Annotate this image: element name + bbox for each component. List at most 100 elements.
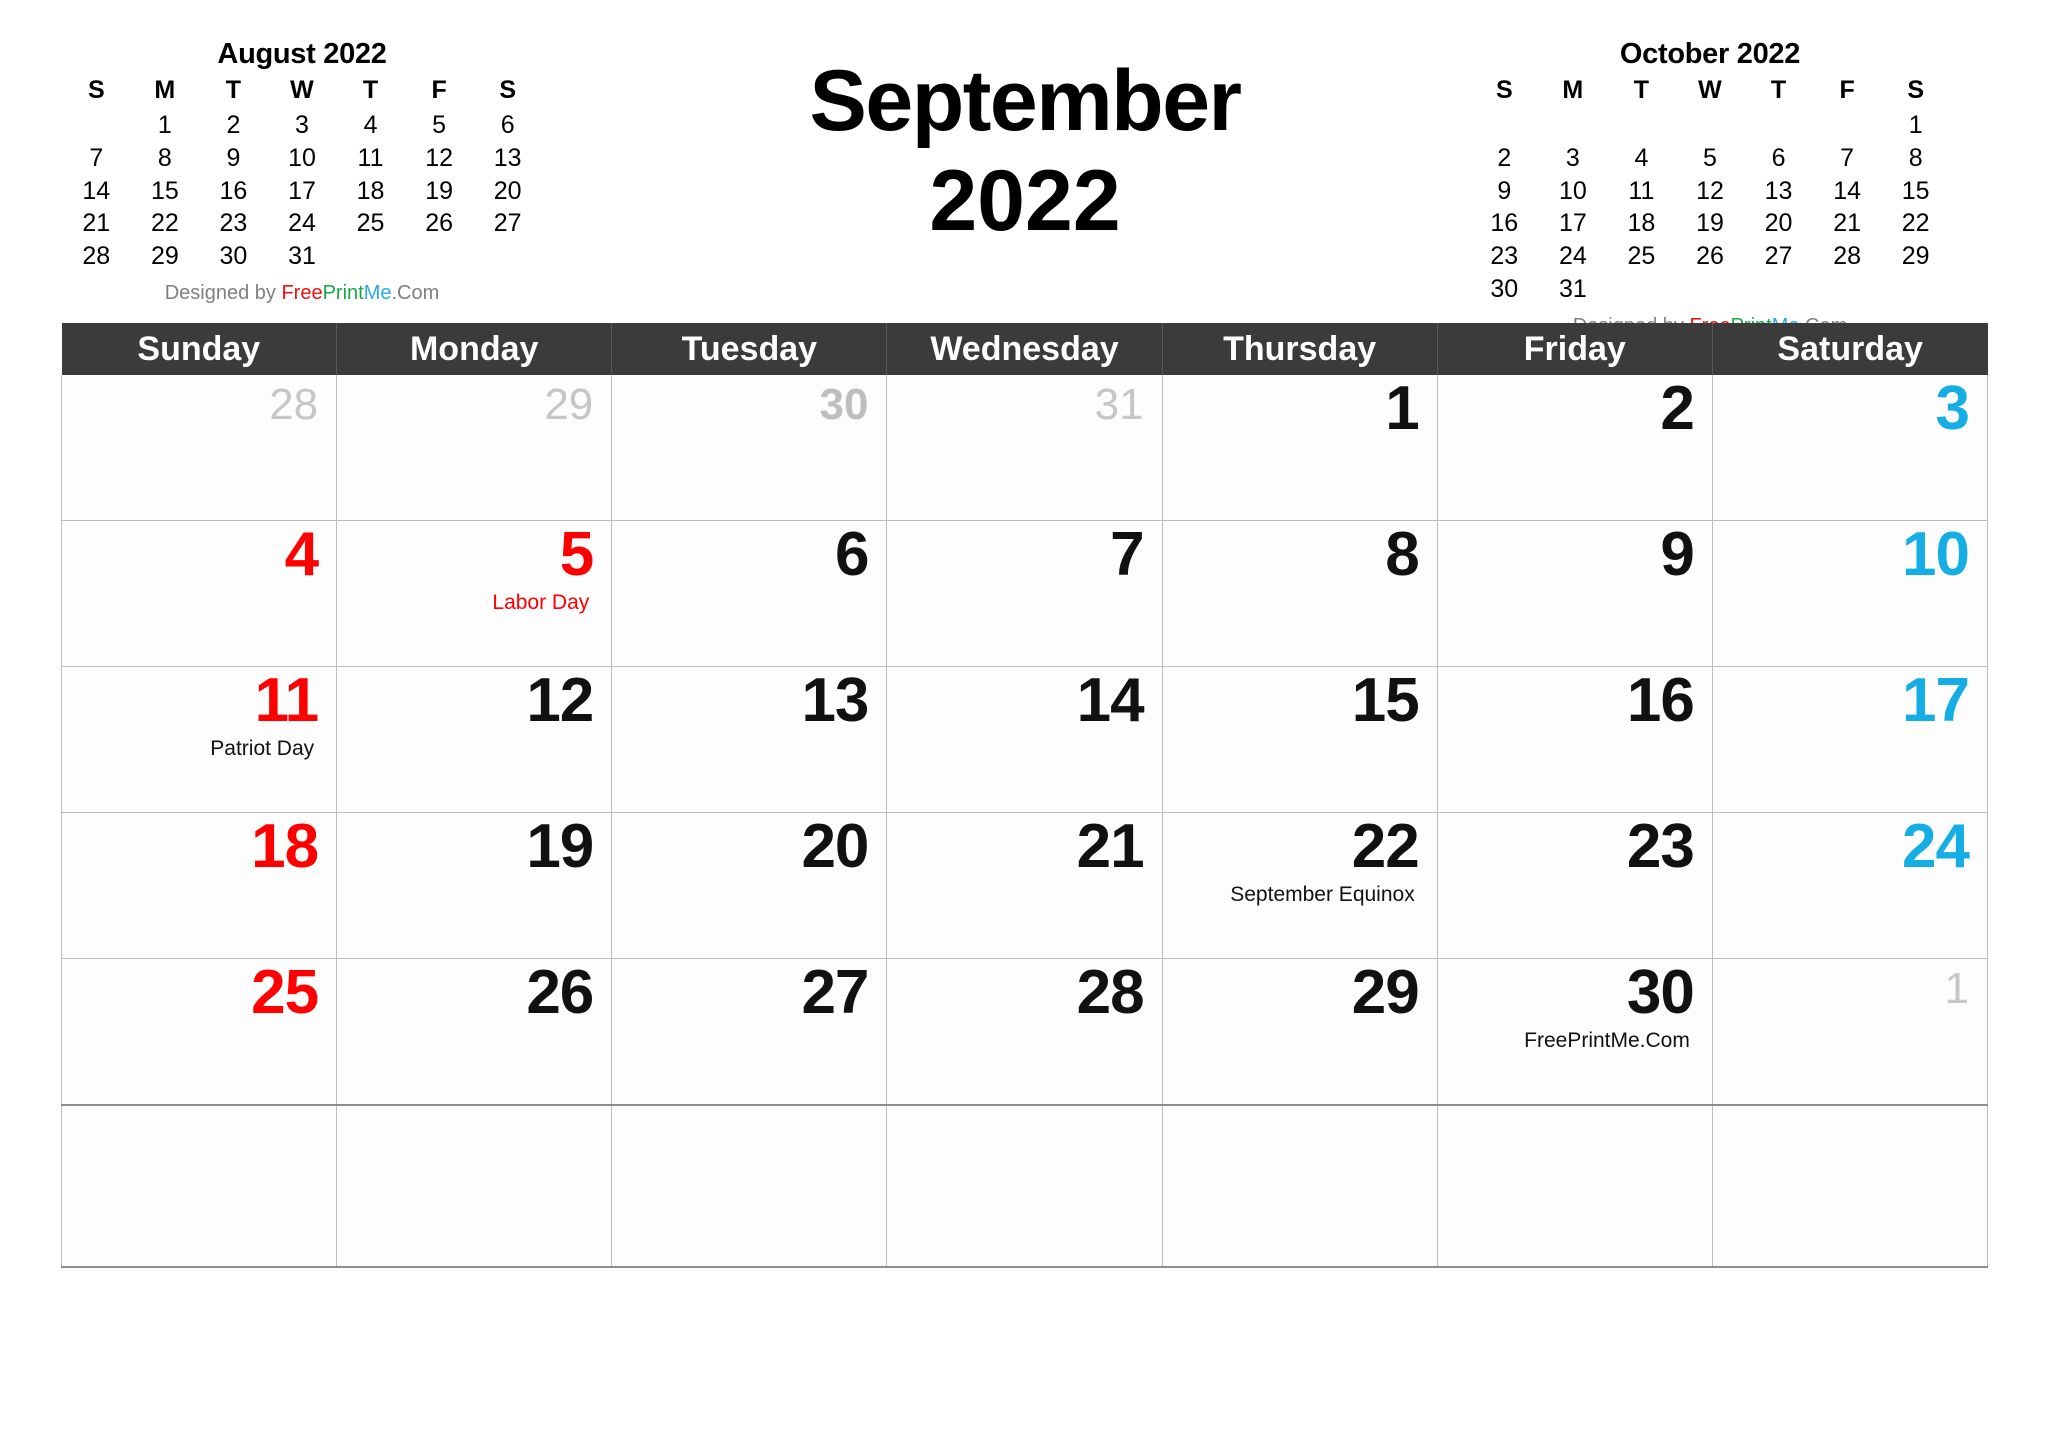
day-cell-content bbox=[1713, 1106, 1987, 1266]
day-number: 30 bbox=[819, 380, 869, 429]
day-cell-21[interactable]: 21 bbox=[886, 812, 1163, 959]
day-cell-content: 28 bbox=[887, 959, 1161, 1104]
day-number: 28 bbox=[1076, 958, 1145, 1027]
day-cell-10[interactable]: 10 bbox=[1711, 520, 1989, 667]
mini-prev-day-4: 4 bbox=[363, 111, 378, 139]
mini-next-day-empty bbox=[1607, 273, 1676, 306]
mini-next-day-5: 5 bbox=[1703, 143, 1717, 172]
day-cell-content bbox=[62, 1106, 336, 1266]
day-cell-2[interactable]: 2 bbox=[1436, 375, 1713, 521]
day-cell-content: 22 September Equinox bbox=[1163, 813, 1437, 958]
mini-prev-day-empty bbox=[62, 109, 131, 142]
day-cell-content: 8 bbox=[1163, 521, 1437, 666]
day-cell-12[interactable]: 12 bbox=[336, 666, 613, 813]
mini-prev-day-26: 26 bbox=[425, 209, 453, 238]
month-grid-body: 28 29 30 31 1 2 3 4 5 Labor Day 6 7 8 9 10 11 Patriot Da… bbox=[60, 375, 1989, 1268]
day-cell-29[interactable]: 29 bbox=[1161, 958, 1438, 1106]
month-grid-week-row: 18 19 20 21 22 September Equinox 23 24 bbox=[60, 812, 1989, 959]
day-number: 26 bbox=[526, 958, 594, 1027]
day-cell-content: 25 bbox=[62, 959, 336, 1104]
day-cell-empty[interactable] bbox=[886, 1104, 1163, 1268]
mini-calendar-prev-table: SMTWTFS 1 2 3 4 5 6 7 8 9 10 11 12 13 14 15 16 17 18 19 20 2… bbox=[62, 78, 542, 273]
day-number: 8 bbox=[1385, 520, 1419, 589]
mini-next-week-row: 23 24 25 26 27 28 29 bbox=[1470, 240, 1950, 273]
mini-calendar-next-title: October 2022 bbox=[1619, 38, 1801, 70]
day-cell-16[interactable]: 16 bbox=[1436, 666, 1713, 813]
mini-next-day-empty bbox=[1470, 109, 1539, 142]
day-cell-30[interactable]: 30 bbox=[611, 375, 888, 521]
day-cell-5[interactable]: 5 Labor Day bbox=[336, 520, 613, 667]
day-cell-empty[interactable] bbox=[1711, 1104, 1989, 1268]
day-cell-empty[interactable] bbox=[60, 1104, 338, 1268]
day-cell-17[interactable]: 17 bbox=[1711, 666, 1989, 813]
day-cell-29[interactable]: 29 bbox=[336, 375, 613, 521]
day-cell-14[interactable]: 14 bbox=[886, 666, 1163, 813]
weekday-header-tuesday: Tuesday bbox=[611, 323, 888, 375]
day-cell-content: 17 bbox=[1713, 667, 1987, 812]
day-cell-9[interactable]: 9 bbox=[1436, 520, 1713, 667]
day-cell-24[interactable]: 24 bbox=[1711, 812, 1989, 959]
day-cell-content: 29 bbox=[337, 375, 611, 520]
mini-calendar-prev-title: August 2022 bbox=[217, 38, 387, 70]
day-cell-8[interactable]: 8 bbox=[1161, 520, 1438, 667]
day-cell-empty[interactable] bbox=[336, 1104, 613, 1268]
mini-prev-weekday-3: W bbox=[290, 76, 314, 104]
mini-calendar-next-table: SMTWTFS 1 2 3 4 5 6 7 8 9 10 11 12 13 14 15 16 17 18 19 20 2… bbox=[1470, 78, 1950, 306]
day-number: 19 bbox=[526, 812, 594, 881]
mini-next-weekday-0: S bbox=[1495, 76, 1513, 104]
month-grid-week-row: 4 5 Labor Day 6 7 8 9 10 bbox=[60, 520, 1989, 667]
day-cell-27[interactable]: 27 bbox=[611, 958, 888, 1106]
day-cell-content: 1 bbox=[1713, 959, 1987, 1104]
mini-next-day-22: 22 bbox=[1901, 209, 1930, 238]
mini-next-day-6: 6 bbox=[1771, 143, 1786, 172]
day-cell-content: 29 bbox=[1163, 959, 1437, 1104]
mini-next-day-11: 11 bbox=[1628, 176, 1655, 205]
day-cell-30[interactable]: 30 FreePrintMe.Com bbox=[1436, 958, 1713, 1106]
day-number: 1 bbox=[1944, 964, 1969, 1013]
day-cell-23[interactable]: 23 bbox=[1436, 812, 1713, 959]
day-cell-7[interactable]: 7 bbox=[886, 520, 1163, 667]
day-cell-content: 15 bbox=[1163, 667, 1437, 812]
day-cell-26[interactable]: 26 bbox=[336, 958, 613, 1106]
mini-calendar-previous-month: August 2022 SMTWTFS 1 2 3 4 5 6 7 8 9 10 11 12 13 14 1… bbox=[62, 38, 542, 305]
day-cell-4[interactable]: 4 bbox=[60, 520, 338, 667]
month-grid-week-row: 28 29 30 31 1 2 3 bbox=[60, 375, 1989, 521]
mini-prev-weekday-1: M bbox=[154, 76, 176, 104]
day-cell-25[interactable]: 25 bbox=[60, 958, 338, 1106]
day-number: 23 bbox=[1626, 812, 1695, 881]
mini-prev-day-empty bbox=[473, 240, 542, 273]
day-cell-empty[interactable] bbox=[1436, 1104, 1713, 1268]
day-cell-20[interactable]: 20 bbox=[611, 812, 888, 959]
mini-next-week-row: 9 10 11 12 13 14 15 bbox=[1470, 175, 1950, 208]
day-number: 31 bbox=[1094, 380, 1144, 429]
credit-dotcom: .Com bbox=[391, 281, 440, 304]
day-cell-content bbox=[612, 1106, 886, 1266]
mini-prev-day-10: 10 bbox=[288, 143, 316, 172]
day-cell-31[interactable]: 31 bbox=[886, 375, 1163, 521]
day-cell-13[interactable]: 13 bbox=[611, 666, 888, 813]
day-cell-28[interactable]: 28 bbox=[60, 375, 338, 521]
day-cell-28[interactable]: 28 bbox=[886, 958, 1163, 1106]
day-cell-1[interactable]: 1 bbox=[1161, 375, 1438, 521]
day-cell-6[interactable]: 6 bbox=[611, 520, 888, 667]
mini-next-weekday-row: SMTWTFS bbox=[1470, 78, 1950, 109]
day-cell-1[interactable]: 1 bbox=[1711, 958, 1989, 1106]
mini-prev-day-15: 15 bbox=[150, 176, 179, 205]
day-cell-18[interactable]: 18 bbox=[60, 812, 338, 959]
mini-prev-weekday-5: F bbox=[431, 76, 447, 104]
mini-prev-day-21: 21 bbox=[82, 209, 111, 238]
day-cell-empty[interactable] bbox=[1161, 1104, 1438, 1268]
day-cell-15[interactable]: 15 bbox=[1161, 666, 1438, 813]
day-event-label: Patriot Day bbox=[210, 736, 315, 760]
mini-prev-day-23: 23 bbox=[219, 209, 248, 238]
day-number: 24 bbox=[1902, 812, 1970, 881]
mini-next-day-1: 1 bbox=[1908, 111, 1923, 139]
day-cell-empty[interactable] bbox=[611, 1104, 888, 1268]
day-number: 16 bbox=[1626, 666, 1695, 735]
mini-prev-day-6: 6 bbox=[500, 111, 515, 139]
day-cell-19[interactable]: 19 bbox=[336, 812, 613, 959]
day-cell-11[interactable]: 11 Patriot Day bbox=[60, 666, 338, 813]
day-cell-3[interactable]: 3 bbox=[1711, 375, 1989, 521]
day-cell-22[interactable]: 22 September Equinox bbox=[1161, 812, 1438, 959]
mini-next-day-empty bbox=[1539, 109, 1608, 142]
